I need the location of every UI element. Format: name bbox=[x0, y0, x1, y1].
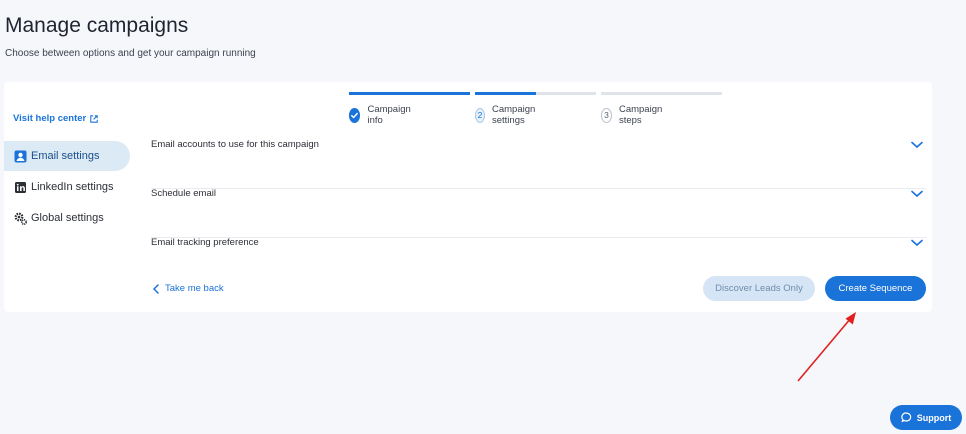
step-progress-bar bbox=[349, 92, 470, 95]
sidebar-item-global-settings[interactable]: Global settings bbox=[4, 203, 130, 233]
step-campaign-info[interactable]: Campaign info bbox=[349, 104, 414, 126]
take-me-back-link[interactable]: Take me back bbox=[153, 283, 224, 294]
back-label: Take me back bbox=[165, 283, 224, 294]
campaign-settings-card: Visit help center Email settings LinkedI… bbox=[4, 82, 932, 312]
help-center-link[interactable]: Visit help center bbox=[13, 113, 98, 124]
sidebar-item-label: Global settings bbox=[31, 212, 104, 224]
email-icon bbox=[14, 150, 27, 163]
step-progress-bar bbox=[475, 92, 596, 95]
external-link-icon bbox=[90, 114, 98, 123]
help-center-label: Visit help center bbox=[13, 113, 87, 124]
chat-bubble-icon bbox=[901, 412, 911, 423]
chevron-down-icon[interactable] bbox=[911, 190, 923, 198]
step-number: 3 bbox=[601, 107, 612, 123]
step-number: 2 bbox=[475, 107, 485, 123]
step-label: Campaign settings bbox=[491, 104, 536, 126]
accordion-label: Email accounts to use for this campaign bbox=[151, 139, 319, 150]
step-progress-bar bbox=[601, 92, 722, 95]
linkedin-icon bbox=[14, 181, 27, 194]
accordion-email-accounts[interactable]: Email accounts to use for this campaign bbox=[151, 139, 926, 189]
sidebar-item-label: Email settings bbox=[31, 150, 100, 162]
support-label: Support bbox=[916, 412, 952, 423]
accordion-schedule-email[interactable]: Schedule email bbox=[151, 188, 926, 238]
chevron-down-icon[interactable] bbox=[911, 239, 923, 247]
gears-icon bbox=[14, 212, 27, 225]
page-subtitle: Choose between options and get your camp… bbox=[5, 48, 256, 59]
chevron-left-icon bbox=[153, 283, 159, 294]
accordion-label: Email tracking preference bbox=[151, 237, 259, 248]
sidebar-item-email-settings[interactable]: Email settings bbox=[4, 141, 130, 171]
step-label: Campaign info bbox=[367, 104, 411, 126]
sidebar-item-label: LinkedIn settings bbox=[31, 181, 114, 193]
step-label: Campaign steps bbox=[618, 104, 663, 126]
page-title: Manage campaigns bbox=[5, 14, 189, 37]
support-button[interactable]: Support bbox=[890, 405, 962, 430]
accordion-label: Schedule email bbox=[151, 188, 216, 199]
chevron-down-icon[interactable] bbox=[911, 141, 923, 149]
sidebar-item-linkedin-settings[interactable]: LinkedIn settings bbox=[4, 172, 130, 202]
step-campaign-steps[interactable]: 3 Campaign steps bbox=[601, 104, 666, 126]
create-sequence-button[interactable]: Create Sequence bbox=[825, 276, 926, 301]
check-icon bbox=[349, 107, 361, 123]
step-campaign-settings[interactable]: 2 Campaign settings bbox=[475, 104, 540, 126]
discover-leads-only-button[interactable]: Discover Leads Only bbox=[703, 276, 815, 301]
